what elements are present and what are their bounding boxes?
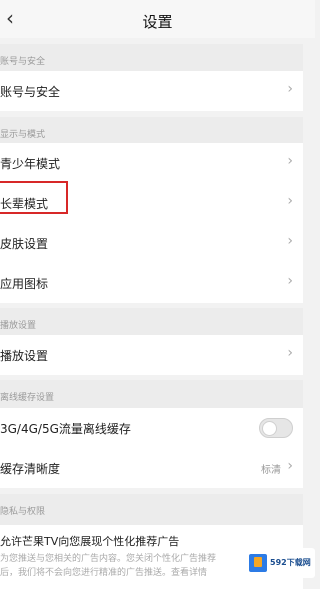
row-label: 3G/4G/5G流量离线缓存 [0,422,131,436]
row-label: 缓存清晰度 [0,462,61,476]
chevron-right-icon: › [287,233,293,249]
chevron-right-icon: › [287,153,293,169]
settings-row-cache-quality[interactable]: 缓存清晰度 标清 › [0,448,303,488]
watermark-logo-icon [249,554,267,572]
page-title: 设置 [142,13,173,31]
section-label: 离线缓存设置 [0,393,55,403]
ad-setting-desc-line1: 为您推送与您相关的广告内容。您关闭个性化广告推荐 [0,554,217,564]
row-label: 应用图标 [0,277,49,291]
ad-setting-desc-line2: 后，我们将不会向您进行精准的广告推送。查看详情 [0,568,208,578]
toggle-knob [262,421,277,436]
row-label: 播放设置 [0,349,49,363]
ad-setting-title: 允许芒果TV向您展现个性化推荐广告 [0,535,180,548]
settings-row-playback[interactable]: 播放设置 › [0,335,303,375]
settings-row-app-icon[interactable]: 应用图标 › [0,263,303,303]
chevron-right-icon: › [287,273,293,289]
row-label: 青少年模式 [0,157,61,171]
row-label: 皮肤设置 [0,237,49,251]
section-label: 显示与模式 [0,130,46,140]
nav-bar: ‹ 设置 [0,0,315,38]
chevron-right-icon: › [287,193,293,209]
row-label: 账号与安全 [0,85,61,99]
elder-mode-highlight-box [0,181,68,214]
settings-row-skin[interactable]: 皮肤设置 › [0,223,303,263]
settings-row-youth-mode[interactable]: 青少年模式 › [0,143,303,183]
chevron-right-icon: › [287,458,293,474]
cellular-cache-toggle[interactable] [259,418,293,438]
chevron-right-icon: › [287,81,293,97]
section-header-privacy: 隐私与权限 [0,494,303,526]
cache-quality-value: 标清 [261,465,281,476]
watermark-text: 592下载网 [270,558,311,567]
section-label: 播放设置 [0,321,37,331]
section-label: 账号与安全 [0,57,46,67]
settings-row-cellular-cache: 3G/4G/5G流量离线缓存 [0,408,303,448]
chevron-right-icon: › [287,345,293,361]
settings-row-account-security[interactable]: 账号与安全 › [0,71,303,111]
section-label: 隐私与权限 [0,507,46,517]
watermark: 592下载网 [245,548,315,578]
